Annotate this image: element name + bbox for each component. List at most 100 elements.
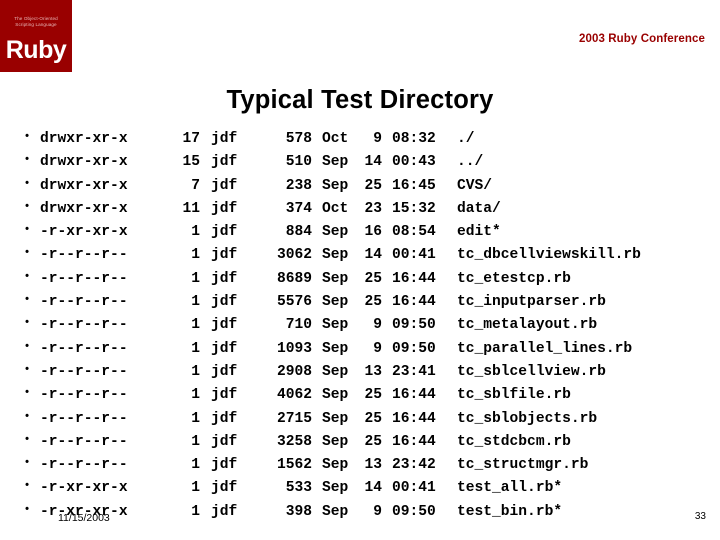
- listing-day: 14: [364, 247, 382, 264]
- bullet-icon: •: [25, 432, 29, 445]
- listing-time: 08:32: [392, 131, 436, 147]
- listing-filename: tc_structmgr.rb: [457, 457, 589, 474]
- listing-filename: edit*: [457, 224, 501, 241]
- listing-row: • -r--r--r-- 1 jdf 3258 Sep 25 16:44 tc_stdcbcm.…: [14, 432, 714, 457]
- listing-link-count: 1: [191, 363, 200, 380]
- listing-row: • drwxr-xr-x 15 jdf 510 Sep 14 00:43 ../: [14, 154, 714, 177]
- listing-permissions: -r--r--r--: [40, 247, 128, 264]
- listing-month: Oct: [322, 131, 349, 147]
- listing-owner: jdf: [211, 503, 238, 520]
- listing-day: 14: [364, 154, 382, 171]
- listing-permissions: -r-xr-xr-x: [40, 480, 128, 497]
- bullet-icon: •: [25, 269, 29, 282]
- listing-filename: tc_parallel_lines.rb: [457, 340, 633, 357]
- listing-owner: jdf: [211, 317, 238, 334]
- listing-permissions: -r--r--r--: [40, 270, 128, 287]
- listing-filename: tc_sblobjects.rb: [457, 410, 598, 427]
- listing-time: 09:50: [392, 317, 436, 334]
- listing-month: Sep: [322, 457, 349, 474]
- listing-day: 25: [364, 294, 382, 311]
- listing-owner: jdf: [211, 154, 238, 171]
- listing-size: 5576: [276, 294, 312, 311]
- ruby-logo-tagline-line2: Scripting Language: [15, 22, 57, 28]
- ruby-logo: The Object-Oriented Scripting Language R…: [0, 0, 72, 72]
- listing-link-count: 7: [191, 177, 200, 194]
- listing-time: 16:44: [392, 294, 436, 311]
- listing-month: Sep: [322, 270, 349, 287]
- listing-size: 710: [285, 317, 312, 334]
- listing-owner: jdf: [211, 224, 238, 241]
- listing-size: 884: [285, 224, 312, 241]
- listing-link-count: 1: [191, 270, 200, 287]
- listing-day: 25: [364, 387, 382, 404]
- listing-size: 1093: [276, 340, 312, 357]
- listing-time: 09:50: [392, 503, 436, 520]
- listing-owner: jdf: [211, 200, 238, 217]
- listing-owner: jdf: [211, 131, 238, 147]
- listing-owner: jdf: [211, 410, 238, 427]
- listing-permissions: -r--r--r--: [40, 410, 128, 427]
- listing-size: 510: [285, 154, 312, 171]
- bullet-icon: •: [25, 130, 29, 142]
- directory-listing: • drwxr-xr-x 17 jdf 578 Oct 9 08:32 ./• drwxr-xr-…: [14, 131, 714, 527]
- listing-permissions: -r--r--r--: [40, 317, 128, 334]
- listing-month: Sep: [322, 363, 349, 380]
- listing-day: 13: [364, 363, 382, 380]
- listing-filename: CVS/: [457, 177, 493, 194]
- listing-month: Sep: [322, 480, 349, 497]
- listing-month: Sep: [322, 340, 349, 357]
- listing-owner: jdf: [211, 433, 238, 450]
- listing-size: 533: [285, 480, 312, 497]
- bullet-icon: •: [25, 339, 29, 352]
- listing-month: Sep: [322, 154, 349, 171]
- bullet-icon: •: [25, 316, 29, 329]
- listing-link-count: 1: [191, 410, 200, 427]
- listing-size: 8689: [276, 270, 312, 287]
- listing-link-count: 17: [182, 131, 200, 147]
- listing-filename: tc_sblcellview.rb: [457, 363, 606, 380]
- listing-permissions: -r-xr-xr-x: [40, 224, 128, 241]
- listing-month: Oct: [322, 200, 349, 217]
- listing-month: Sep: [322, 224, 349, 241]
- listing-month: Sep: [322, 177, 349, 194]
- listing-permissions: -r--r--r--: [40, 363, 128, 380]
- conference-header: 2003 Ruby Conference: [579, 33, 705, 45]
- listing-day: 13: [364, 457, 382, 474]
- listing-filename: tc_metalayout.rb: [457, 317, 598, 334]
- listing-row: • -r--r--r-- 1 jdf 1093 Sep 9 09:50 tc_parallel_…: [14, 339, 714, 364]
- listing-day: 25: [364, 270, 382, 287]
- listing-link-count: 1: [191, 340, 200, 357]
- listing-link-count: 11: [182, 200, 200, 217]
- bullet-icon: •: [25, 153, 29, 166]
- listing-link-count: 1: [191, 503, 200, 520]
- listing-size: 3258: [276, 433, 312, 450]
- footer-page-number: 33: [694, 511, 706, 522]
- listing-day: 14: [364, 480, 382, 497]
- listing-owner: jdf: [211, 247, 238, 264]
- listing-time: 16:45: [392, 177, 436, 194]
- listing-day: 9: [373, 317, 382, 334]
- listing-owner: jdf: [211, 480, 238, 497]
- listing-size: 398: [285, 503, 312, 520]
- bullet-icon: •: [25, 409, 29, 422]
- listing-row: • -r--r--r-- 1 jdf 8689 Sep 25 16:44 tc_etestcp.…: [14, 269, 714, 294]
- ruby-logo-tagline: The Object-Oriented Scripting Language: [0, 16, 72, 28]
- listing-filename: tc_sblfile.rb: [457, 387, 571, 404]
- listing-row: • -r--r--r-- 1 jdf 2908 Sep 13 23:41 tc_sblcellv…: [14, 363, 714, 387]
- bullet-icon: •: [25, 176, 29, 189]
- listing-filename: ../: [457, 154, 484, 171]
- listing-filename: tc_etestcp.rb: [457, 270, 571, 287]
- listing-owner: jdf: [211, 363, 238, 380]
- listing-size: 374: [285, 200, 312, 217]
- listing-owner: jdf: [211, 294, 238, 311]
- listing-time: 00:41: [392, 247, 436, 264]
- listing-owner: jdf: [211, 387, 238, 404]
- listing-time: 16:44: [392, 270, 436, 287]
- listing-row: • -r--r--r-- 1 jdf 4062 Sep 25 16:44 tc_sblfile.…: [14, 387, 714, 410]
- listing-month: Sep: [322, 294, 349, 311]
- ruby-logo-wordmark: Ruby: [5, 36, 67, 64]
- listing-owner: jdf: [211, 177, 238, 194]
- bullet-icon: •: [25, 502, 29, 515]
- listing-time: 16:44: [392, 433, 436, 450]
- listing-owner: jdf: [211, 270, 238, 287]
